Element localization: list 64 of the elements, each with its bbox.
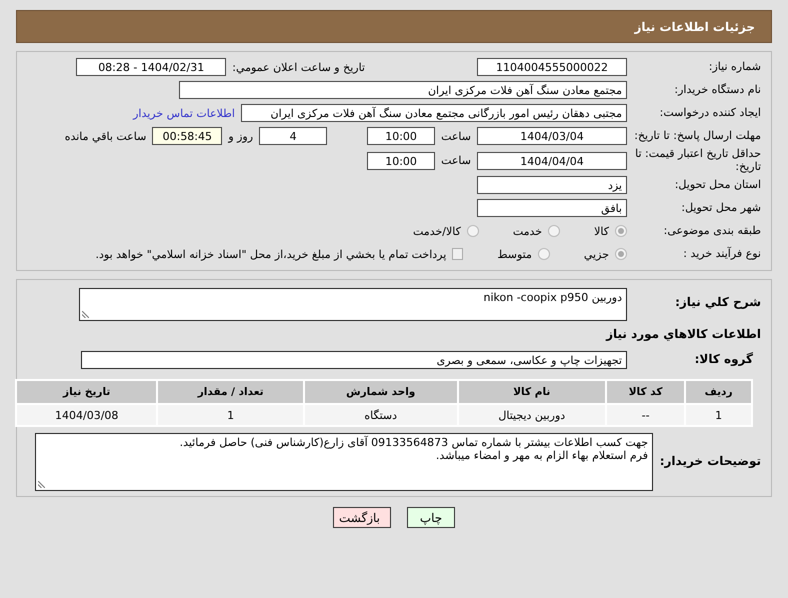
section-heading: اطلاعات کالاهاي مورد نياز [606,327,762,342]
city-field: بافق [477,199,627,218]
field-label: توضيحات خريدار: [659,455,762,470]
option-label: کالا/خدمت [413,224,461,238]
option-label: جزيي [584,248,609,261]
resize-grip-icon[interactable] [38,481,45,488]
print-button[interactable]: چاپ [407,507,455,528]
field-label: شهر محل تحويل: [680,202,762,215]
time-field: 10:00 [367,127,436,145]
field-label: ساعت باقي مانده [64,130,146,142]
field-label: تاریخ و ساعت اعلان عمومي: [232,60,365,74]
description-text: دوربین nikon -coopix p950 [484,291,622,304]
option-label: متوسط [497,248,532,261]
table-cell: 1404/03/08 [16,404,158,426]
field-label: نوع فرآيند خريد : [682,248,762,261]
radio-button[interactable] [466,225,479,238]
column-header: نام کالا [458,380,606,404]
field-label: روز و [228,130,254,142]
date-field: 1404/04/04 [477,152,627,170]
buyer-org-field: مجتمع معادن سنگ آهن فلات مرکزی ایران [179,81,627,99]
notes-text: فرم استعلام بهاء الزام به مهر و امضاء میباشد. [434,449,648,462]
requester-field: مجتبی دهقان رئیس امور بازرگانی مجتمع معادن سنگ آهن فلات مرکزی ایران [241,104,627,122]
table-cell: -- [606,404,686,426]
option-label: کالا [594,224,609,238]
field-label: نام دستگاه خريدار: [673,84,762,96]
table-cell: 1 [685,404,752,426]
back-button[interactable]: بازگشت [333,507,391,528]
remaining-time-field: 00:58:45 [152,127,222,145]
checkbox-label: پرداخت تمام يا بخشي از مبلغ خريد،از محل "اسناد خزانه اسلامي" خواهد بود. [96,248,446,261]
table-cell: دستگاه [304,404,458,426]
province-field: یزد [477,176,627,194]
field-label: ايجاد کننده درخواست: [658,106,762,120]
time-field: 10:00 [367,152,436,170]
table-cell: 1 [157,404,304,426]
column-header: واحد شمارش [304,380,458,404]
field-label: شرح کلي نياز: [674,294,762,310]
checkbox[interactable] [452,248,464,260]
notes-text: جهت کسب اطلاعات بیشتر با شماره تماس 09133564873 آقای زارع(کارشناس فنی) حاصل فرمائید. [178,436,648,450]
resize-grip-icon[interactable] [82,311,89,318]
goods-group-field: تجهیزات چاپ و عکاسی، سمعی و بصری [81,351,627,370]
need-number-field: 1104004555000022 [477,58,627,76]
radio-button[interactable] [615,248,627,260]
column-header: رديف [685,380,752,404]
field-label: شماره نیاز: [708,60,762,74]
buyer-contact-link[interactable]: اطلاعات تماس خريدار [133,106,235,120]
radio-button[interactable] [615,225,627,238]
radio-button[interactable] [538,248,550,260]
date-field: 1404/03/04 [477,127,627,145]
field-label: استان محل تحويل: [674,178,762,192]
radio-button[interactable] [548,225,560,238]
field-label: حداقل تاريخ اعتبار قيمت: تا تاريخ: [634,148,762,174]
page-title: جزئیات اطلاعات نیاز [634,20,755,34]
field-label: طبقه بندی موضوعی: [662,224,762,238]
field-label: گروه کالا: [694,353,754,368]
announce-date-field: 1404/02/31 - 08:28 [76,58,226,76]
column-header: تعداد / مقدار [157,380,304,404]
days-field: 4 [259,127,328,145]
table-cell: دوربین دیجیتال [458,404,606,426]
option-label: خدمت [512,224,542,238]
field-label: ساعت [441,154,471,168]
field-label: مهلت ارسال پاسخ: تا تاريخ: [633,130,762,142]
column-header: کد کالا [606,380,686,404]
column-header: تاريخ نياز [16,380,158,404]
field-label: ساعت [441,130,471,142]
